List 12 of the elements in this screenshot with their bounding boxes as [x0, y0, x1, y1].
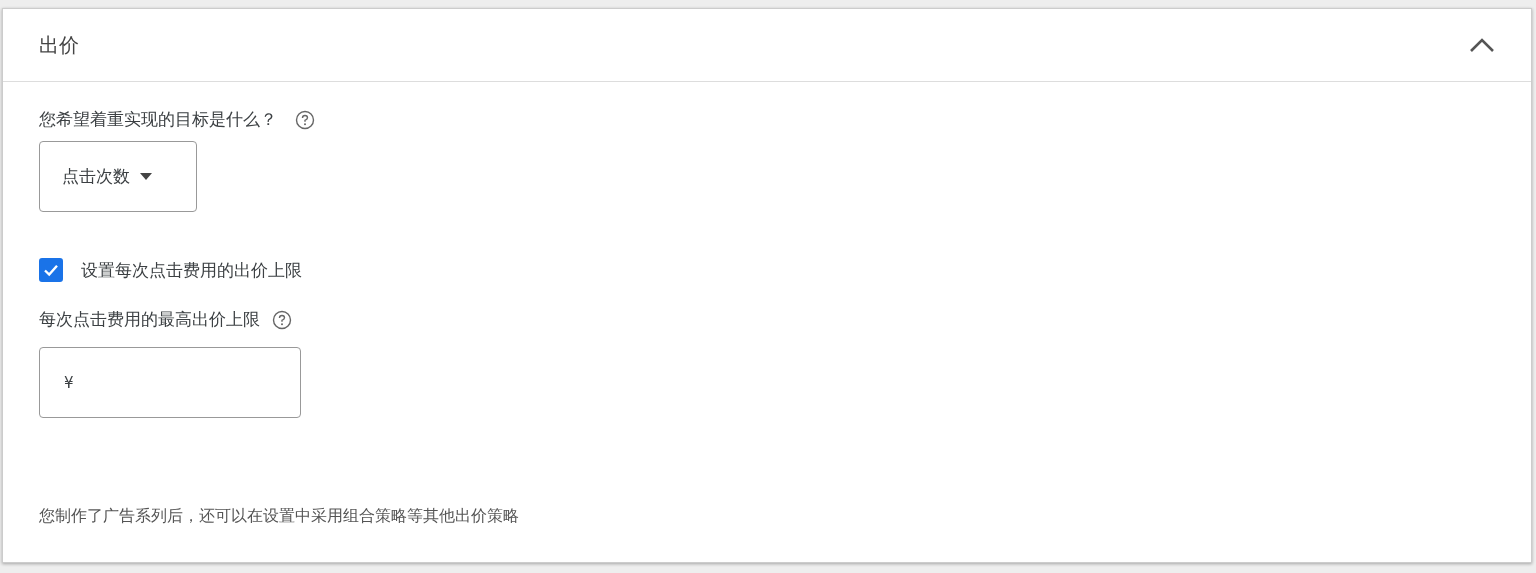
footer-note: 您制作了广告系列后，还可以在设置中采用组合策略等其他出价策略 — [39, 506, 520, 527]
checkbox[interactable] — [39, 258, 63, 282]
panel-title: 出价 — [39, 31, 79, 59]
checkbox-label: 设置每次点击费用的出价上限 — [81, 258, 302, 282]
collapse-chevron-icon[interactable] — [1469, 37, 1495, 53]
goal-dropdown[interactable]: 点击次数 — [39, 141, 197, 212]
max-bid-label: 每次点击费用的最高出价上限 — [39, 308, 260, 331]
help-icon[interactable] — [272, 309, 292, 330]
caret-icon — [140, 173, 152, 180]
goal-question: 您希望着重实现的目标是什么？ — [39, 108, 277, 131]
max-bid-field[interactable]: ¥ — [39, 347, 301, 418]
help-icon[interactable] — [295, 109, 315, 130]
